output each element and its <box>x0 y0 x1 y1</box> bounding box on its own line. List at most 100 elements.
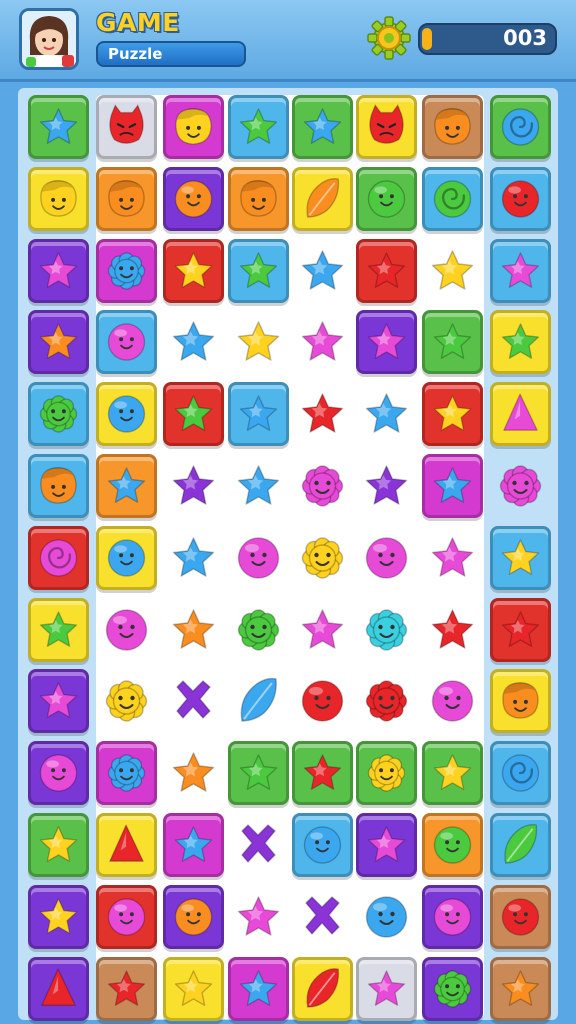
tile-r9-c8[interactable] <box>490 669 551 734</box>
tile-r10-c3[interactable] <box>163 741 224 805</box>
tile-r5-c4[interactable] <box>228 382 289 447</box>
tile-r4-c7[interactable] <box>422 310 483 375</box>
tile-r8-c8[interactable] <box>490 597 551 662</box>
tile-r6-c1[interactable] <box>28 454 89 518</box>
tile-r3-c5[interactable] <box>292 239 353 303</box>
tile-r6-c6[interactable] <box>356 454 417 518</box>
tile-r12-c8[interactable] <box>490 884 551 949</box>
tile-r12-c1[interactable] <box>28 884 89 949</box>
tile-r8-c4[interactable] <box>228 598 289 662</box>
tile-r5-c7[interactable] <box>422 382 483 447</box>
tile-r11-c5[interactable] <box>292 813 353 877</box>
tile-r6-c4[interactable] <box>228 454 289 518</box>
tile-r3-c7[interactable] <box>422 239 483 303</box>
tile-r1-c4[interactable] <box>228 95 289 159</box>
tile-r10-c5[interactable] <box>292 741 353 806</box>
tile-r11-c6[interactable] <box>356 813 417 877</box>
tile-r5-c2[interactable] <box>96 382 157 447</box>
tile-r13-c6[interactable] <box>356 956 417 1021</box>
tile-r12-c2[interactable] <box>96 884 157 949</box>
tile-r13-c1[interactable] <box>28 956 89 1021</box>
tile-r9-c3[interactable] <box>163 669 224 733</box>
tile-r9-c7[interactable] <box>422 669 483 733</box>
tile-r9-c2[interactable] <box>96 669 157 733</box>
tile-r3-c1[interactable] <box>28 238 89 303</box>
tile-r8-c5[interactable] <box>292 598 353 662</box>
tile-r9-c1[interactable] <box>28 669 89 734</box>
tile-r7-c1[interactable] <box>28 525 89 590</box>
player-avatar[interactable] <box>19 8 79 70</box>
tile-r6-c5[interactable] <box>292 454 353 518</box>
tile-r5-c8[interactable] <box>490 382 551 447</box>
tile-r1-c6[interactable] <box>356 95 417 159</box>
tile-r7-c3[interactable] <box>163 526 224 590</box>
tile-r2-c3[interactable] <box>163 166 224 231</box>
tile-r3-c4[interactable] <box>228 238 289 303</box>
tile-r5-c1[interactable] <box>28 382 89 447</box>
tile-r12-c3[interactable] <box>163 884 224 949</box>
tile-r3-c8[interactable] <box>490 238 551 303</box>
tile-r13-c4[interactable] <box>228 956 289 1021</box>
tile-r5-c5[interactable] <box>292 382 353 446</box>
tile-r2-c2[interactable] <box>96 166 157 231</box>
tile-r11-c7[interactable] <box>422 813 483 877</box>
tile-r4-c6[interactable] <box>356 310 417 375</box>
settings-button[interactable] <box>366 15 412 61</box>
tile-r8-c3[interactable] <box>163 598 224 662</box>
tile-r7-c8[interactable] <box>490 525 551 590</box>
tile-r8-c2[interactable] <box>96 598 157 662</box>
tile-r13-c2[interactable] <box>96 956 157 1021</box>
tile-r2-c6[interactable] <box>356 166 417 231</box>
tile-r13-c5[interactable] <box>292 956 353 1021</box>
tile-r10-c4[interactable] <box>228 741 289 806</box>
tile-r11-c3[interactable] <box>163 813 224 877</box>
tile-r12-c4[interactable] <box>228 885 289 949</box>
tile-r9-c4[interactable] <box>228 669 289 733</box>
tile-r6-c3[interactable] <box>163 454 224 518</box>
tile-r1-c7[interactable] <box>422 95 483 159</box>
tile-r7-c7[interactable] <box>422 526 483 590</box>
tile-r1-c3[interactable] <box>163 95 224 159</box>
tile-r7-c6[interactable] <box>356 526 417 590</box>
tile-r10-c6[interactable] <box>356 741 417 806</box>
tile-r5-c6[interactable] <box>356 382 417 446</box>
tile-r6-c7[interactable] <box>422 454 483 518</box>
tile-r10-c8[interactable] <box>490 741 551 806</box>
tile-r10-c1[interactable] <box>28 741 89 806</box>
tile-r11-c8[interactable] <box>490 813 551 877</box>
tile-r4-c8[interactable] <box>490 310 551 375</box>
tile-r12-c6[interactable] <box>356 885 417 949</box>
tile-r12-c7[interactable] <box>422 884 483 949</box>
tile-r4-c1[interactable] <box>28 310 89 375</box>
tile-r13-c8[interactable] <box>490 956 551 1021</box>
tile-r1-c8[interactable] <box>490 95 551 159</box>
tile-r2-c8[interactable] <box>490 166 551 231</box>
tile-r3-c3[interactable] <box>163 238 224 303</box>
tile-r11-c2[interactable] <box>96 813 157 877</box>
tile-r2-c5[interactable] <box>292 166 353 231</box>
tile-r11-c1[interactable] <box>28 813 89 877</box>
tile-r6-c2[interactable] <box>96 454 157 518</box>
tile-r6-c8[interactable] <box>490 454 551 518</box>
tile-r8-c7[interactable] <box>422 598 483 662</box>
tile-r5-c3[interactable] <box>163 382 224 447</box>
tile-r10-c7[interactable] <box>422 741 483 806</box>
tile-r11-c4[interactable] <box>228 813 289 877</box>
tile-r1-c2[interactable] <box>96 95 157 159</box>
tile-r12-c5[interactable] <box>292 885 353 949</box>
tile-r3-c6[interactable] <box>356 238 417 303</box>
tile-r9-c5[interactable] <box>292 669 353 733</box>
tile-r7-c5[interactable] <box>292 526 353 590</box>
tile-r1-c1[interactable] <box>28 95 89 159</box>
tile-r4-c5[interactable] <box>292 310 353 374</box>
tile-r7-c2[interactable] <box>96 525 157 590</box>
tile-r4-c2[interactable] <box>96 310 157 375</box>
tile-r2-c4[interactable] <box>228 166 289 231</box>
tile-r2-c1[interactable] <box>28 166 89 231</box>
tile-r7-c4[interactable] <box>228 526 289 590</box>
tile-r8-c1[interactable] <box>28 597 89 662</box>
tile-r4-c4[interactable] <box>228 310 289 374</box>
tile-r13-c3[interactable] <box>163 956 224 1021</box>
tile-r4-c3[interactable] <box>163 310 224 374</box>
tile-r8-c6[interactable] <box>356 598 417 662</box>
